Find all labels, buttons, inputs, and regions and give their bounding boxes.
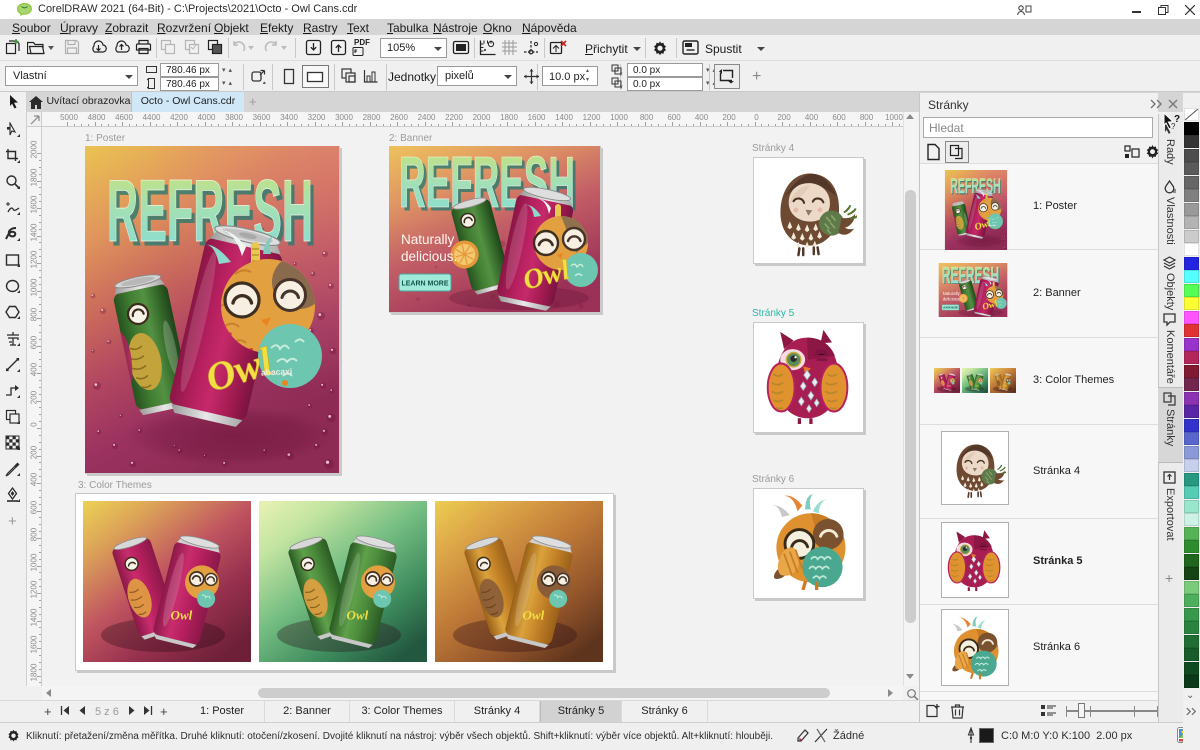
svg-text:y: y (620, 85, 623, 90)
svg-text:?: ? (1174, 114, 1180, 125)
svg-text:x: x (620, 72, 623, 77)
